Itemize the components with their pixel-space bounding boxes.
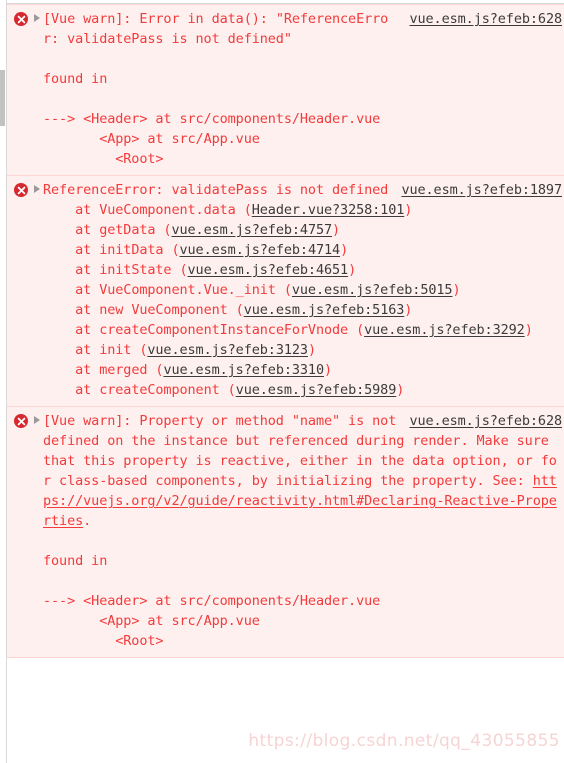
stack-frame-link[interactable]: Header.vue?3258:101 — [252, 202, 405, 218]
stack-frame-fn: at VueComponent.Vue._init ( — [43, 282, 292, 298]
stack-frame-tail: ) — [404, 202, 413, 218]
message-line: <App> at src/App.vue — [43, 613, 260, 629]
disclosure-triangle-collapsed-icon[interactable] — [34, 185, 40, 193]
message-head: [Vue warn]: Property or method — [43, 413, 292, 429]
stack-frame-link[interactable]: vue.esm.js?efeb:4651 — [188, 262, 349, 278]
message-line: ---> <Header> at src/components/Header.v… — [43, 111, 381, 127]
message-line: ---> <Header> at src/components/Header.v… — [43, 593, 381, 609]
stack-frame-fn: at merged ( — [43, 362, 164, 378]
message-line: is not defined — [275, 182, 389, 198]
stack-frame-link[interactable]: vue.esm.js?efeb:4757 — [171, 222, 332, 238]
stack-frame-tail: ) — [452, 282, 461, 298]
stack-frame-link[interactable]: vue.esm.js?efeb:3123 — [147, 342, 308, 358]
stack-frame-fn: at initData ( — [43, 242, 180, 258]
stack-frame-tail: ) — [404, 302, 413, 318]
message-line: <App> at src/App.vue — [43, 131, 260, 147]
stack-frame-tail: ) — [324, 362, 333, 378]
stack-frame-link[interactable]: vue.esm.js?efeb:5015 — [292, 282, 453, 298]
stack-frame-fn: at new VueComponent ( — [43, 302, 244, 318]
stack-frame-tail: ) — [340, 242, 349, 258]
source-link[interactable]: vue.esm.js?efeb:628 — [409, 411, 562, 431]
console-message-body: vue.esm.js?efeb:628 [Vue warn]: Error in … — [43, 9, 562, 169]
message-line: found in — [43, 71, 108, 87]
console-message-body: vue.esm.js?efeb:1897 ReferenceError: vali… — [43, 180, 562, 400]
error-circle-x-icon — [14, 12, 28, 26]
console-message-error[interactable]: vue.esm.js?efeb:628 [Vue warn]: Error in … — [7, 4, 564, 176]
stack-frame-fn: at init ( — [43, 342, 148, 358]
source-link[interactable]: vue.esm.js?efeb:1897 — [401, 180, 562, 200]
message-head: [Vue warn]: Error in data(): — [43, 11, 276, 27]
console-message-error[interactable]: vue.esm.js?efeb:1897 ReferenceError: vali… — [7, 175, 564, 407]
disclosure-triangle-collapsed-icon[interactable] — [34, 416, 40, 424]
stack-frame-fn: at createComponentInstanceForVnode ( — [43, 322, 365, 338]
console-message-list: vue.esm.js?efeb:628 [Vue warn]: Error in … — [7, 4, 564, 658]
stack-frame-link[interactable]: vue.esm.js?efeb:4714 — [180, 242, 341, 258]
stack-frame-fn: at getData ( — [43, 222, 172, 238]
stack-frame-link[interactable]: vue.esm.js?efeb:3310 — [163, 362, 324, 378]
message-line: <Root> — [43, 633, 164, 649]
stack-frame-tail: ) — [307, 342, 316, 358]
message-line: <Root> — [43, 151, 164, 167]
stack-frame-link[interactable]: vue.esm.js?efeb:3292 — [364, 322, 525, 338]
stack-frame-fn: at createComponent ( — [43, 382, 236, 398]
vertical-scrollbar-thumb[interactable] — [0, 70, 5, 126]
message-text-tail: . — [83, 513, 92, 529]
message-line: found in — [43, 553, 108, 569]
source-link[interactable]: vue.esm.js?efeb:628 — [409, 9, 562, 29]
stack-frame-fn: at initState ( — [43, 262, 188, 278]
console-message-error[interactable]: vue.esm.js?efeb:628 [Vue warn]: Property … — [7, 406, 564, 658]
stack-frame-tail: ) — [396, 382, 405, 398]
console-message-body: vue.esm.js?efeb:628 [Vue warn]: Property … — [43, 411, 562, 651]
error-circle-x-icon — [14, 414, 28, 428]
stack-frame-tail: ) — [332, 222, 341, 238]
error-circle-x-icon — [14, 183, 28, 197]
stack-frame-tail: ) — [348, 262, 357, 278]
stack-frame-tail: ) — [524, 322, 533, 338]
disclosure-triangle-collapsed-icon[interactable] — [34, 14, 40, 22]
watermark-text: https://blog.csdn.net/qq_43055855 — [248, 731, 560, 751]
stack-frame-link[interactable]: vue.esm.js?efeb:5163 — [244, 302, 405, 318]
message-head: ReferenceError: validatePass — [43, 182, 276, 198]
stack-frame-fn: at VueComponent.data ( — [43, 202, 252, 218]
devtools-console-panel[interactable]: vue.esm.js?efeb:628 [Vue warn]: Error in … — [0, 0, 564, 763]
stack-frame-link[interactable]: vue.esm.js?efeb:5989 — [236, 382, 397, 398]
